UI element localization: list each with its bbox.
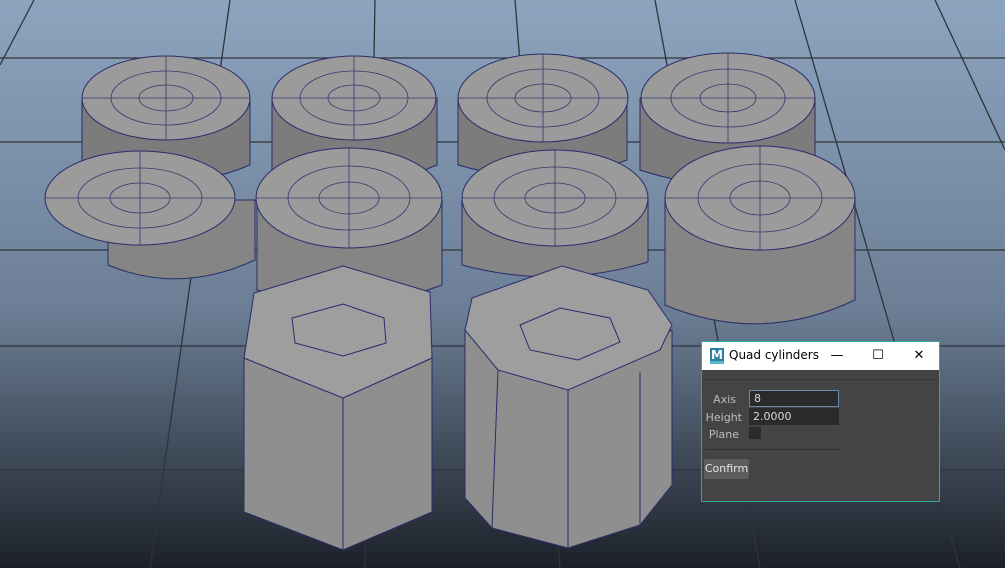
maya-app-icon: M [710,348,724,364]
height-input[interactable]: 2.0000 [749,408,839,425]
plane-checkbox[interactable] [749,427,761,439]
height-label: Height [705,411,742,424]
hex-prism-front [243,265,433,551]
plane-label: Plane [708,428,739,441]
dialog-titlebar[interactable]: M Quad cylinders — ☐ ✕ [702,342,939,370]
minimize-button[interactable]: — [817,342,857,370]
maximize-button[interactable]: ☐ [858,342,898,370]
quad-cylinders-dialog: M Quad cylinders — ☐ ✕ Axis 8 Height 2.0… [701,341,940,502]
axis-input[interactable]: 8 [749,390,839,407]
close-button[interactable]: ✕ [899,342,939,370]
dialog-separator [702,379,939,380]
form-divider [705,449,841,450]
axis-label: Axis [713,393,736,406]
confirm-button[interactable]: Confirm [704,459,749,479]
dialog-title: Quad cylinders [729,348,819,362]
oct-prism-front [464,265,673,549]
